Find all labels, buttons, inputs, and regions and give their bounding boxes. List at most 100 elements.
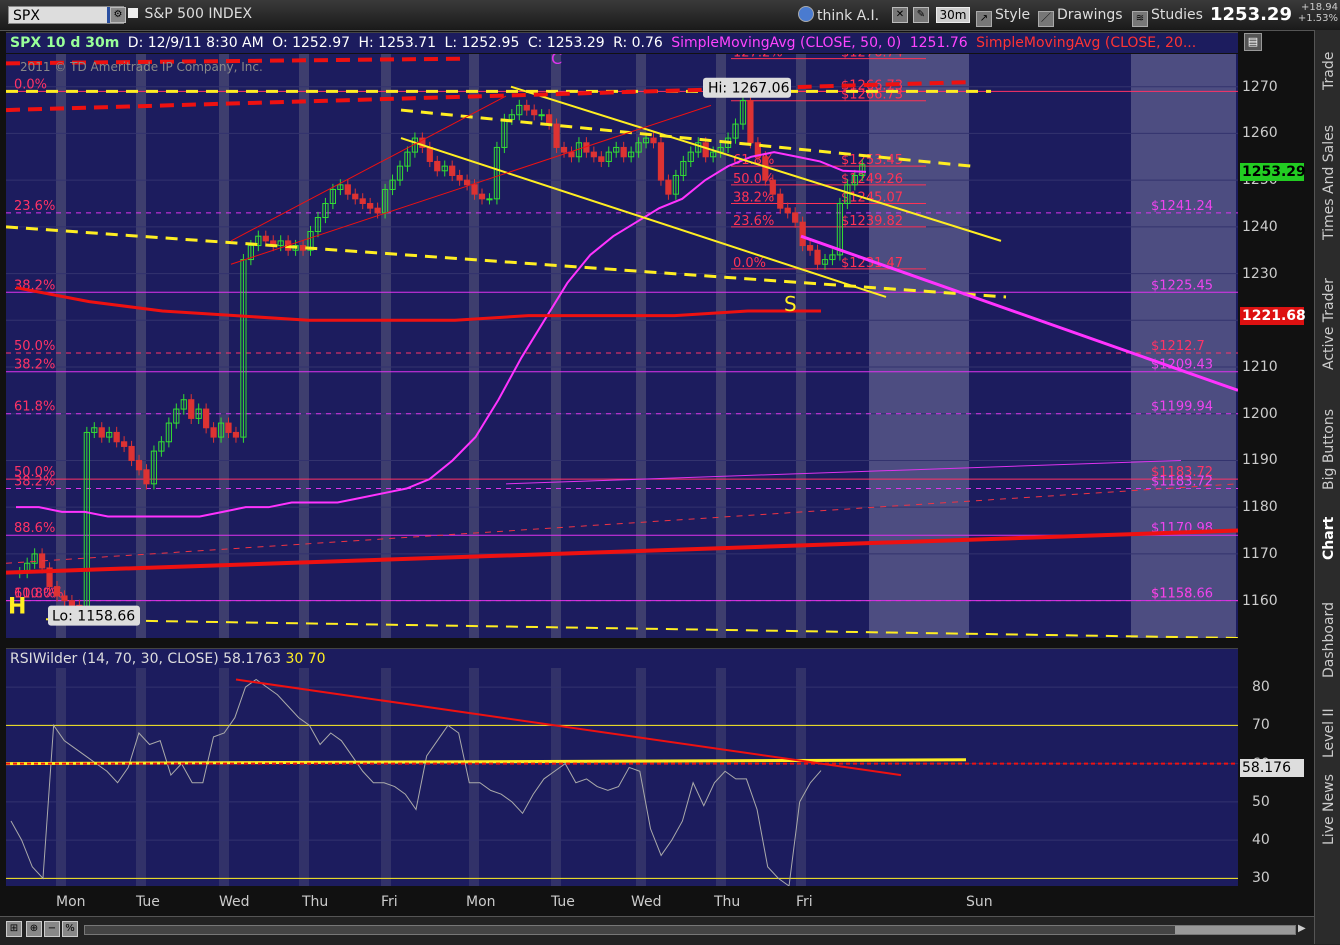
candle-body (568, 151, 575, 158)
zoom-in-icon[interactable]: ⊕ (26, 921, 42, 937)
rsi-os-level: 30 (285, 651, 304, 667)
studies-icon: ≋ (1132, 11, 1148, 27)
pencil-icon[interactable]: ✎ (913, 7, 929, 23)
sidebar-tab-times-and-sales[interactable]: Times And Sales (1315, 100, 1340, 240)
sma200-label[interactable]: SimpleMovingAvg (CLOSE, 20... (976, 35, 1196, 51)
session-separator (56, 54, 66, 638)
sidebar-tab-trade[interactable]: Trade (1315, 30, 1340, 90)
price-plot[interactable]: 0.0% 23.6% $1241.24 38.2% $1225.45 50.0% $1212… (6, 54, 1238, 638)
candle-body (762, 156, 769, 181)
crosshair-icon[interactable]: ✕ (892, 7, 908, 23)
candle-body (523, 104, 530, 111)
candle-body (747, 99, 754, 144)
horizontal-scrollbar[interactable] (84, 925, 1296, 935)
fib-retrace-label: 127.2% (733, 54, 783, 61)
time-axis[interactable]: Mon Tue Wed Thu Fri Mon Tue Wed Thu Fri Sun (6, 888, 1238, 914)
time-tick-label: Wed (219, 894, 250, 910)
change-abs: +18.94 (1300, 2, 1338, 13)
chevron-right-icon[interactable]: ▶ (1298, 923, 1310, 937)
candle-body (203, 408, 210, 429)
candle-body (188, 399, 195, 419)
bar-open: O: 1252.97 (272, 35, 351, 51)
sidebar-tab-chart[interactable]: Chart (1315, 500, 1340, 560)
candle-body (434, 160, 441, 172)
percent-icon[interactable]: % (62, 921, 78, 937)
price-tick-label: 1190 (1242, 452, 1278, 469)
bar-range: R: 0.76 (613, 35, 663, 51)
sidebar-tab-label: Level II (1321, 708, 1337, 758)
sidebar-tab-level-ii[interactable]: Level II (1315, 688, 1340, 758)
scrollbar-thumb[interactable] (1175, 926, 1295, 934)
style-button[interactable]: ↗ Style (976, 6, 1030, 27)
candle-body (232, 431, 240, 438)
rsi-axis[interactable]: 304050607080 (1238, 668, 1292, 886)
symbol-description: S&P 500 INDEX (128, 6, 252, 22)
session-separator (136, 54, 146, 638)
fib-retrace-label: 0.0% (733, 256, 766, 271)
price-tick-label: 1230 (1242, 265, 1278, 282)
session-separator (299, 54, 309, 638)
rsi-tick-label: 80 (1252, 679, 1270, 696)
chart-style-icon: ↗ (976, 11, 992, 27)
candle-body (665, 179, 672, 195)
fib-level-price: $1158.66 (1151, 587, 1213, 602)
fib-level-price: $1225.45 (1151, 278, 1213, 293)
candle-body (814, 249, 821, 265)
fib-level-label: 23.6% (14, 199, 55, 214)
gear-icon[interactable]: ⚙ (110, 7, 126, 23)
fib-level-label: 38.2% (14, 474, 55, 489)
candle-body (471, 184, 478, 195)
price-axis[interactable]: 1160117011801190120012101220123012401250… (1238, 54, 1292, 638)
think-ai-label: think A.I. (817, 8, 880, 24)
sma50-value: 1251.76 (909, 35, 968, 51)
candle-body (449, 165, 456, 176)
rsi-ob-level: 70 (307, 651, 326, 667)
pan-icon[interactable]: ⊞ (6, 921, 22, 937)
fib-level-price: $1212.7 (1151, 339, 1205, 354)
rsi-tick-label: 50 (1252, 793, 1270, 810)
session-separator (56, 668, 66, 886)
last-price-tag: 1253.29 (1240, 163, 1306, 181)
h-marker: H (8, 594, 26, 619)
timeframe-button[interactable]: 30m (936, 7, 970, 23)
candle-body (486, 198, 493, 201)
symbol-input[interactable]: SPX ▼ (8, 6, 124, 24)
sidebar-tab-big-buttons[interactable]: Big Buttons (1315, 380, 1340, 490)
fib-level-price: $1241.24 (1151, 199, 1213, 214)
chart-info-bar: SPX 10 d 30m D: 12/9/11 8:30 AM O: 1252.… (6, 32, 1238, 53)
candle-body (121, 441, 128, 447)
sidebar-tab-label: Active Trader (1321, 278, 1337, 370)
candle-body (352, 193, 359, 200)
sidebar-tab-dashboard[interactable]: Dashboard (1315, 568, 1340, 678)
bar-date: D: 12/9/11 8:30 AM (127, 35, 264, 51)
candle-body (143, 469, 150, 485)
sidebar-tab-live-news[interactable]: Live News (1315, 765, 1340, 845)
candle-body (426, 146, 433, 162)
bar-close: C: 1253.29 (527, 35, 605, 51)
sma50-label[interactable]: SimpleMovingAvg (CLOSE, 50, 0) (671, 35, 901, 51)
globe-icon (798, 6, 814, 22)
candle-body (598, 156, 605, 162)
fib-level-price: $1199.94 (1151, 400, 1213, 415)
rsi-label[interactable]: RSIWilder (14, 70, 30, CLOSE) (10, 651, 219, 667)
time-tick-label: Mon (56, 894, 86, 910)
rsi-value: 58.1763 (223, 651, 282, 667)
sidebar-tab-active-trader[interactable]: Active Trader (1315, 250, 1340, 370)
session-separator (219, 668, 229, 886)
fib-retrace-label: 23.6% (733, 214, 774, 229)
chart-settings-icon[interactable]: ▤ (1244, 33, 1262, 51)
sma200-price-tag: 1221.68 (1240, 307, 1306, 325)
session-separator (469, 54, 479, 638)
price-tick-label: 1170 (1242, 545, 1278, 562)
rsi-plot[interactable] (6, 668, 1238, 886)
candle-body (53, 586, 61, 597)
copyright-text: 2011 © TD Ameritrade IP Company, Inc. (20, 60, 263, 74)
candle-body (560, 146, 568, 153)
think-ai-button[interactable]: think A.I. (798, 6, 879, 24)
rsi-tick-label: 40 (1252, 832, 1270, 849)
studies-button[interactable]: ≋ Studies (1132, 6, 1203, 27)
candle-body (135, 459, 143, 471)
zoom-out-icon[interactable]: − (44, 921, 60, 937)
right-sidebar: Trade Times And Sales Active Trader Big But… (1314, 30, 1340, 944)
drawings-button[interactable]: ／ Drawings (1038, 6, 1123, 27)
